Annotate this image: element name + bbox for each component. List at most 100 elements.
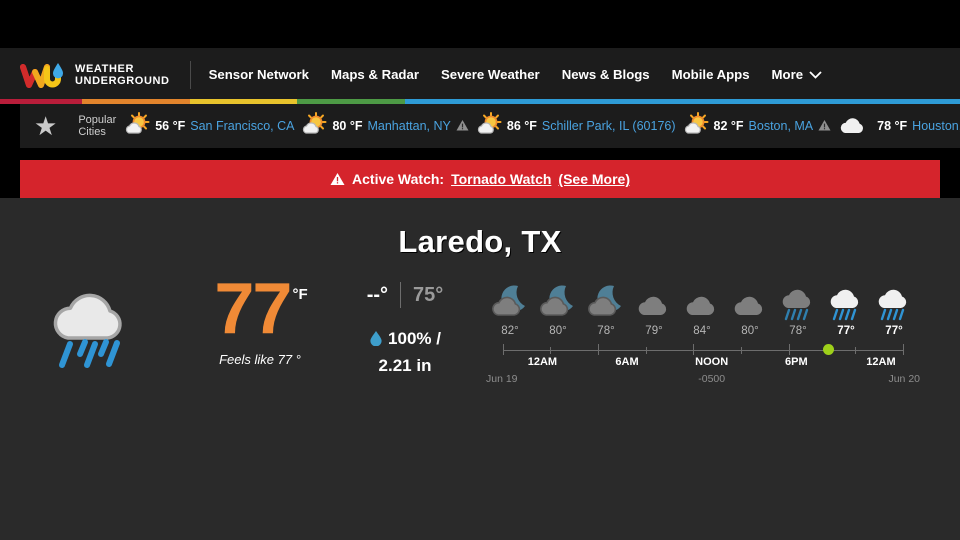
city-chip-san-francisco[interactable]: 56 °F San Francisco, CA (124, 111, 301, 142)
nav-item-news-blogs[interactable]: News & Blogs (562, 67, 650, 82)
popular-cities-bar: ★ Popular Cities 56 °F San Francisco, CA (20, 104, 960, 148)
brand-name: WEATHER UNDERGROUND (75, 62, 170, 87)
timeline-label: 12AM (866, 356, 896, 368)
precip-amount: 2.21 in (378, 356, 432, 375)
alert-prefix: Active Watch: (352, 171, 445, 187)
hourly-forecast-column[interactable]: 82° 80° 78° 79° 84° 80° 78° 77° 77° 12AM… (480, 276, 960, 387)
hourly-icon-row: 82° 80° 78° 79° 84° 80° 78° 77° 77° (486, 276, 960, 337)
weather-underground-logo-icon (20, 59, 68, 91)
nav-item-maps-radar[interactable]: Maps & Radar (331, 67, 419, 82)
cloud-icon (678, 276, 726, 322)
moon-behind-cloud-icon (582, 276, 630, 322)
low-temperature: 75° (413, 283, 444, 306)
hourly-temp: 77° (837, 325, 855, 337)
nav-item-more[interactable]: More (772, 67, 823, 82)
moon-behind-cloud-icon (486, 276, 534, 322)
hourly-item[interactable]: 84° (678, 276, 726, 337)
active-watch-banner[interactable]: Active Watch: Tornado Watch (See More) (20, 160, 940, 198)
timeline-timezone: -0500 (698, 373, 726, 385)
city-name: Houston, T (912, 119, 960, 133)
timeline-label: NOON (695, 356, 729, 368)
timeline-tick (503, 344, 504, 355)
city-name: San Francisco, CA (190, 119, 295, 133)
sun-behind-cloud-icon (301, 111, 327, 142)
conditions-row: 77 °F Feels like 77 ° --° 75° 100% / 2.21… (0, 269, 960, 396)
cloud-icon (726, 276, 774, 322)
hourly-temp: 79° (645, 325, 663, 337)
page-title: Laredo, TX (398, 224, 562, 259)
timeline-axis (503, 350, 903, 351)
hourly-item[interactable]: 80° (726, 276, 774, 337)
city-chip-schiller-park[interactable]: 86 °F Schiller Park, IL (60176) (476, 111, 683, 142)
alert-link-tornado-watch[interactable]: Tornado Watch (451, 171, 551, 187)
timeline-label: 6AM (615, 356, 639, 368)
hourly-item[interactable]: 80° (534, 276, 582, 337)
warning-triangle-icon (818, 119, 831, 134)
popular-cities-label: Popular Cities (78, 113, 117, 139)
brand-logo[interactable]: WEATHER UNDERGROUND (0, 59, 170, 91)
alert-see-more-link[interactable]: (See More) (558, 171, 630, 187)
nav-label: Severe Weather (440, 67, 540, 82)
warning-triangle-icon (456, 119, 469, 134)
forecast-timeline[interactable] (486, 344, 920, 356)
timeline-label: 12AM (527, 356, 558, 368)
hourly-item[interactable]: 79° (630, 276, 678, 337)
sun-behind-cloud-icon (476, 111, 502, 142)
sun-behind-cloud-icon (124, 111, 150, 142)
current-temperature: 77 (214, 269, 292, 349)
city-name: Schiller Park, IL (60176) (541, 119, 676, 133)
timeline-tick (903, 344, 904, 355)
city-temp: 80 °F (332, 119, 363, 133)
hourly-temp: 82° (501, 325, 519, 337)
timeline-meta: Jun 19 -0500 Jun 20 (486, 373, 920, 387)
hourly-item[interactable]: 78° (774, 276, 822, 337)
timeline-label: 6PM (784, 356, 808, 368)
nav-divider (189, 60, 191, 89)
city-temp: 82 °F (713, 119, 744, 133)
city-temp: 86 °F (506, 119, 537, 133)
city-chip-boston[interactable]: 82 °F Boston, MA (683, 111, 839, 142)
hourly-temp: 77° (885, 325, 903, 337)
sun-behind-cloud-icon (683, 111, 709, 142)
current-condition-icon-column (0, 276, 190, 377)
nav-item-severe-weather[interactable]: Severe Weather (441, 67, 540, 82)
hourly-temp: 84° (693, 325, 711, 337)
timeline-tick (693, 344, 694, 355)
city-temp: 78 °F (877, 119, 908, 133)
timeline-tick (598, 344, 599, 355)
hourly-item[interactable]: 77° (870, 276, 918, 337)
warning-triangle-icon (330, 171, 345, 187)
city-temp: 56 °F (155, 119, 186, 133)
chevron-down-icon (809, 67, 822, 82)
nav-item-sensor-network[interactable]: Sensor Network (209, 67, 309, 82)
precip-chance: 100% / (388, 329, 441, 348)
hourly-item[interactable]: 77° (822, 276, 870, 337)
timeline-end-date: Jun 20 (888, 373, 920, 385)
cloud-with-rain-icon (822, 276, 870, 322)
timeline-labels: 12AM 6AM NOON 6PM 12AM (486, 356, 920, 371)
city-chip-houston[interactable]: 78 °F Houston, T (838, 113, 960, 140)
city-name: Manhattan, NY (367, 119, 451, 133)
high-temperature: --° (366, 283, 389, 306)
top-navigation-bar: WEATHER UNDERGROUND Sensor Network Maps &… (0, 48, 960, 101)
nav-item-mobile-apps[interactable]: Mobile Apps (672, 67, 750, 82)
cloud-icon (838, 113, 872, 140)
timeline-start-date: Jun 19 (486, 373, 518, 385)
feels-like-text: Feels like 77 ° (219, 352, 301, 367)
hilo-divider (400, 282, 402, 308)
temperature-unit: °F (292, 286, 308, 303)
hourly-item[interactable]: 82° (486, 276, 534, 337)
high-low-row: --° 75° (330, 282, 480, 308)
precipitation-block: 100% / 2.21 in (330, 326, 480, 378)
timeline-tick (741, 347, 742, 354)
current-temperature-column: 77 °F Feels like 77 ° (190, 269, 330, 367)
city-name: Boston, MA (748, 119, 814, 133)
hourly-item[interactable]: 78° (582, 276, 630, 337)
city-chip-manhattan[interactable]: 80 °F Manhattan, NY (301, 111, 475, 142)
cloud-with-rain-icon (774, 276, 822, 322)
cloud-with-rain-icon (42, 280, 148, 377)
nav-label: Mobile Apps (671, 67, 750, 82)
star-icon[interactable]: ★ (20, 113, 69, 139)
nav-label: News & Blogs (561, 67, 650, 82)
hourly-temp: 78° (789, 325, 807, 337)
